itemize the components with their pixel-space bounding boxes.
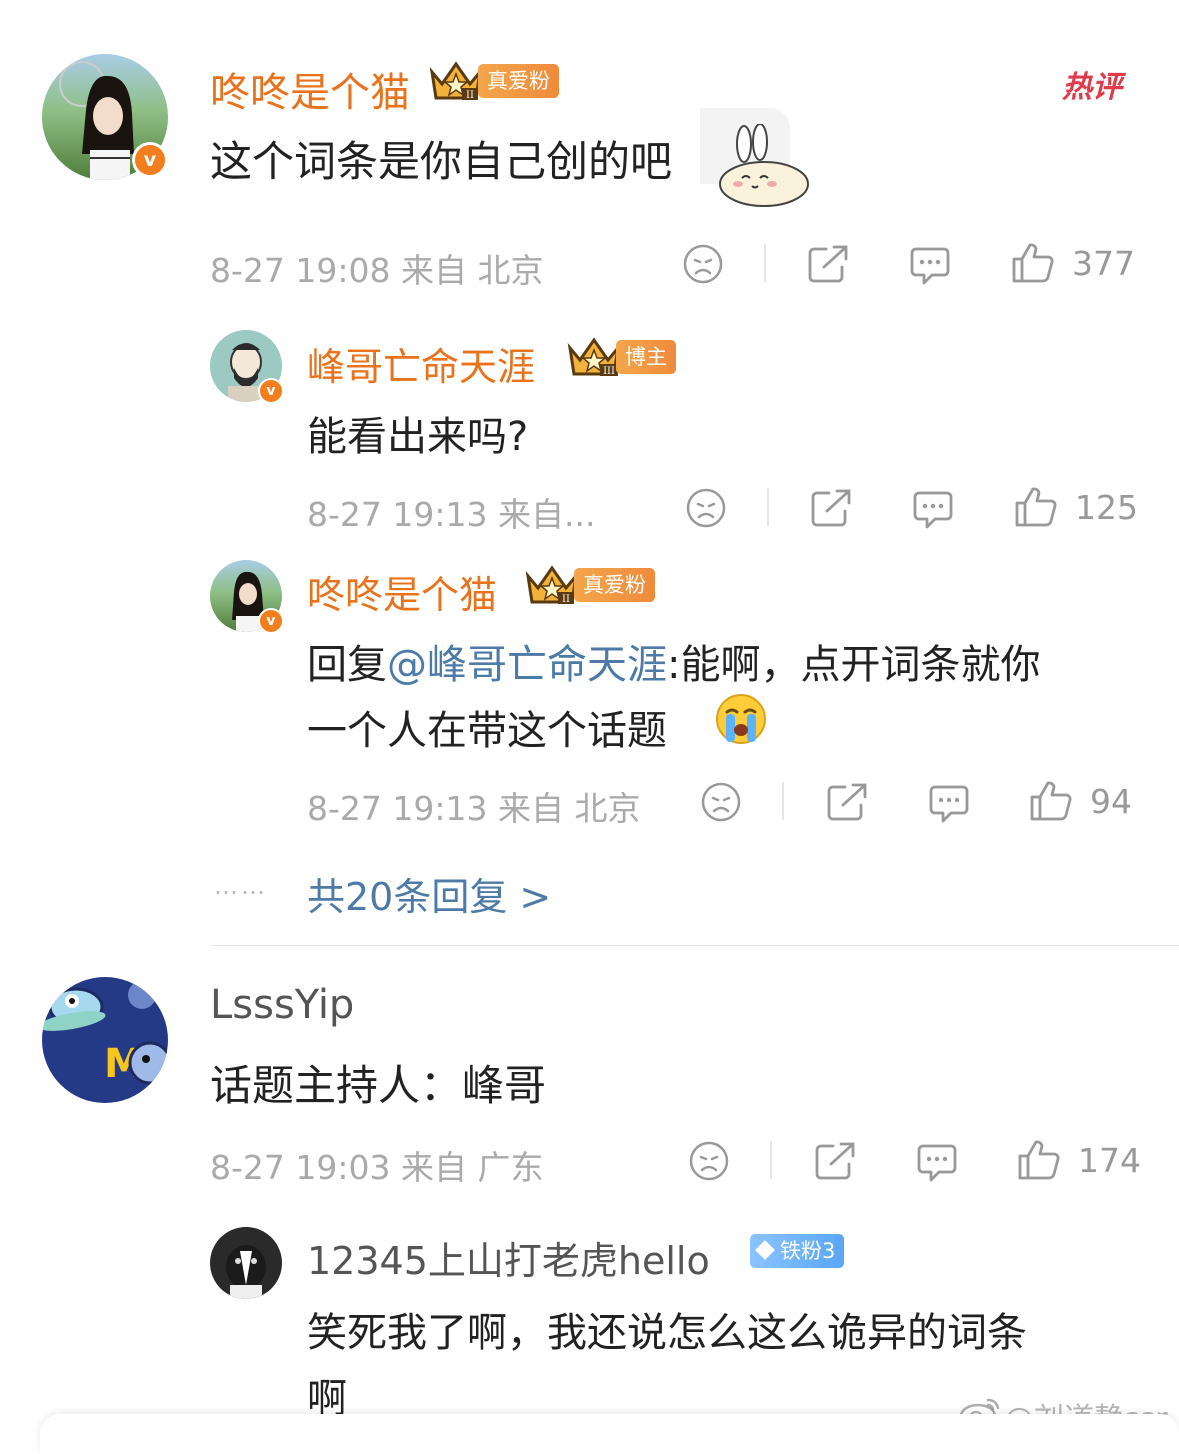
like-thumb-icon[interactable] bbox=[1016, 1138, 1060, 1182]
comment-meta: 8-27 19:13 来自 北京 bbox=[307, 789, 641, 828]
mention-link[interactable]: @峰哥亡命天涯 bbox=[387, 642, 667, 688]
crying-emoji-icon bbox=[716, 694, 766, 744]
diamond-icon bbox=[755, 1240, 775, 1260]
avatar[interactable]: M bbox=[42, 977, 168, 1103]
like-count: 125 bbox=[1075, 488, 1138, 527]
dislike-face-icon[interactable] bbox=[685, 487, 727, 529]
fan-badge-label: 铁粉3 bbox=[780, 1239, 836, 1263]
comment-text-line: 笑死我了啊，我还说怎么这么诡异的词条 bbox=[307, 1310, 1027, 1356]
reply-text: :能啊，点开词条就你 bbox=[667, 642, 1041, 688]
svg-text:II: II bbox=[466, 90, 474, 101]
reply-prefix: 回复 bbox=[307, 642, 387, 688]
dislike-face-icon[interactable] bbox=[700, 781, 742, 823]
comment-meta: 8-27 19:03 来自 广东 bbox=[210, 1148, 544, 1187]
comment-text-line: 一个人在带这个话题 bbox=[307, 698, 667, 756]
comment-text: 话题主持人：峰哥 bbox=[210, 1061, 547, 1110]
comment-icon[interactable] bbox=[911, 487, 955, 531]
commenter-name[interactable]: 峰哥亡命天涯 bbox=[307, 336, 535, 391]
comment-text: 能看出来吗? bbox=[307, 414, 529, 460]
share-icon[interactable] bbox=[825, 781, 869, 823]
like-thumb-icon[interactable] bbox=[1010, 241, 1054, 285]
fan-badge: 真爱粉 bbox=[478, 64, 559, 98]
share-icon[interactable] bbox=[813, 1140, 857, 1182]
like-thumb-icon[interactable] bbox=[1013, 485, 1057, 529]
commenter-name[interactable]: 咚咚是个猫 bbox=[307, 564, 497, 619]
commenter-name[interactable]: 咚咚是个猫 bbox=[210, 60, 410, 118]
crown-icon: II bbox=[429, 61, 483, 101]
more-dots: …… bbox=[214, 872, 268, 900]
bunny-sticker-icon bbox=[719, 124, 809, 207]
comment-icon[interactable] bbox=[908, 243, 952, 287]
dislike-face-icon[interactable] bbox=[688, 1140, 730, 1182]
comment-meta: 8-27 19:13 来自... bbox=[307, 495, 596, 534]
action-divider bbox=[782, 782, 784, 820]
like-count: 94 bbox=[1090, 782, 1132, 821]
action-divider bbox=[764, 244, 766, 282]
action-divider bbox=[770, 1141, 772, 1179]
like-thumb-icon[interactable] bbox=[1028, 779, 1072, 823]
share-icon[interactable] bbox=[806, 243, 850, 285]
verified-v-icon: v bbox=[258, 378, 284, 404]
comment-meta: 8-27 19:08 来自 北京 bbox=[210, 251, 544, 290]
commenter-name[interactable]: 12345上山打老虎hello bbox=[307, 1230, 710, 1285]
svg-text:II: II bbox=[562, 594, 570, 605]
verified-v-icon: v bbox=[258, 608, 284, 634]
reply-text: 一个人在带这个话题 bbox=[307, 708, 667, 754]
crown-icon: III bbox=[567, 337, 621, 377]
bottom-sheet-edge bbox=[40, 1414, 1179, 1454]
verified-v-icon: v bbox=[132, 142, 168, 178]
comment-text: 这个词条是你自己创的吧 bbox=[210, 137, 673, 186]
svg-text:III: III bbox=[603, 366, 615, 377]
comment-icon[interactable] bbox=[927, 781, 971, 825]
commenter-name[interactable]: LsssYip bbox=[210, 982, 354, 1028]
crown-icon: II bbox=[525, 565, 579, 605]
dislike-face-icon[interactable] bbox=[682, 243, 724, 285]
more-replies-link[interactable]: 共20条回复 > bbox=[307, 866, 551, 921]
share-icon[interactable] bbox=[809, 487, 853, 529]
comment-icon[interactable] bbox=[915, 1140, 959, 1184]
like-count: 377 bbox=[1072, 244, 1135, 283]
action-divider bbox=[767, 488, 769, 526]
fan-badge: 博主 bbox=[616, 340, 676, 374]
fan-badge: 真爱粉 bbox=[574, 568, 655, 602]
avatar[interactable] bbox=[210, 1227, 282, 1299]
comment-divider bbox=[210, 945, 1179, 946]
like-count: 174 bbox=[1078, 1141, 1141, 1180]
comment-text-line: 回复@峰哥亡命天涯:能啊，点开词条就你 bbox=[307, 632, 1040, 690]
fan-badge: 铁粉3 bbox=[750, 1234, 845, 1268]
hot-comment-label: 热评 bbox=[1062, 70, 1122, 105]
